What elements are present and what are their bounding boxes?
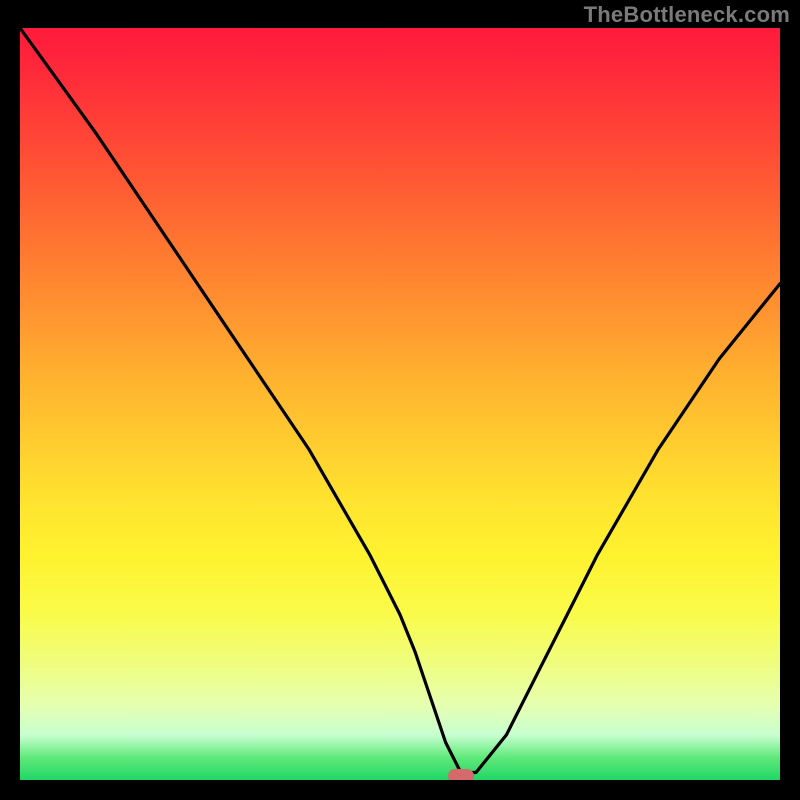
plot-area: [20, 28, 780, 780]
optimal-marker: [448, 769, 474, 780]
chart-frame: TheBottleneck.com: [0, 0, 800, 800]
watermark-text: TheBottleneck.com: [584, 2, 790, 28]
bottleneck-curve: [20, 28, 780, 780]
